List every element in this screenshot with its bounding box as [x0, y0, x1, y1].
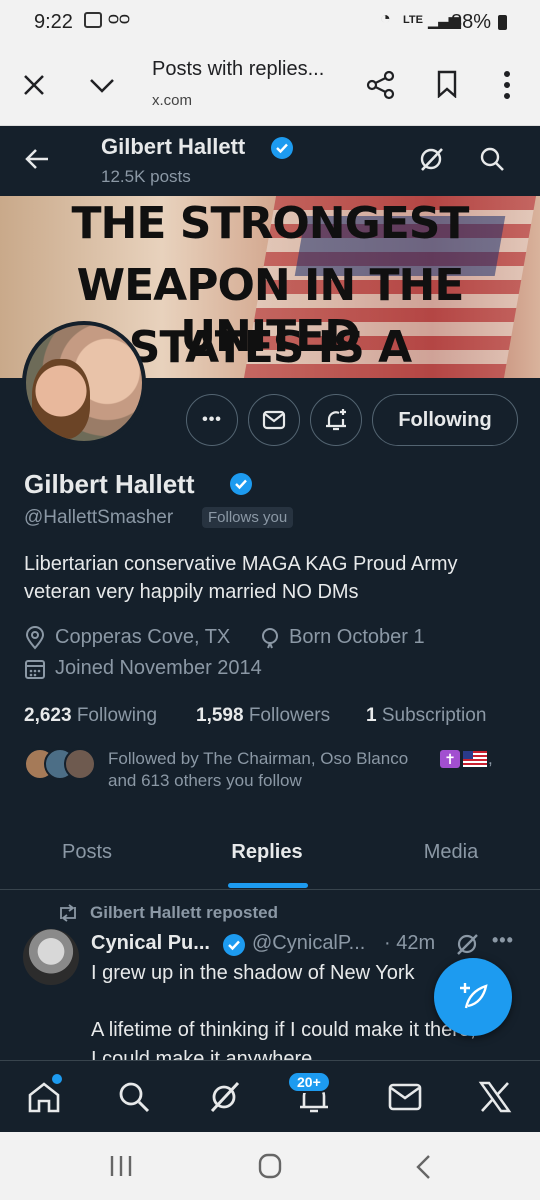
followers-label: Followers [248, 705, 331, 726]
grok-icon[interactable] [208, 1081, 240, 1113]
avatar [64, 748, 96, 780]
profile-location: Copperas Cove, TX [55, 626, 231, 648]
profile-tabs: Posts Replies Media [0, 816, 540, 890]
more-dots-icon: ••• [202, 411, 222, 428]
followed-by-avatars[interactable] [24, 748, 96, 782]
post-text-line-2: A lifetime of thinking if I could make i… [91, 1019, 476, 1041]
following-button[interactable]: Following [372, 394, 518, 446]
message-button[interactable] [248, 394, 300, 446]
home-icon[interactable] [27, 1081, 61, 1113]
post-text-line-3: I could make it anywhere [91, 1048, 313, 1060]
profile-bio: Libertarian conservative MAGA KAG Proud … [24, 553, 458, 603]
clock: 9:22 [34, 11, 73, 33]
bottom-navigation: 20+ [0, 1060, 540, 1132]
more-vert-icon[interactable] [503, 70, 511, 100]
followed-by-text[interactable]: Followed by The Chairman, Oso Blanco ✝ ,… [108, 748, 508, 792]
battery-icon [498, 15, 507, 30]
mail-icon [262, 410, 286, 430]
active-tab-indicator [228, 883, 308, 888]
tab-media[interactable]: Media [364, 816, 538, 888]
close-icon[interactable] [22, 73, 46, 97]
following-stat[interactable]: 2,623 Following [24, 705, 157, 727]
post-author-avatar[interactable] [23, 929, 79, 985]
subscriptions-count: 1 [366, 705, 377, 726]
wifi-icon: ◔ [380, 8, 391, 28]
profile-joined: Joined November 2014 [55, 657, 262, 679]
verified-badge-icon [223, 934, 245, 956]
followers-stat[interactable]: 1,598 Followers [196, 705, 330, 727]
lte-indicator: LTE [403, 14, 423, 26]
repost-icon [60, 904, 76, 922]
post-author-name[interactable]: Cynical Pu... [91, 932, 210, 955]
x-logo-icon[interactable] [478, 1081, 512, 1113]
avatar[interactable] [22, 321, 146, 445]
profile-birthday: Born October 1 [289, 626, 425, 648]
followed-by-comma: , [488, 749, 493, 768]
post-author-handle[interactable]: @CynicalP... [252, 932, 365, 955]
share-icon[interactable] [366, 70, 396, 100]
recent-apps-icon[interactable] [108, 1154, 134, 1178]
cross-emoji-icon: ✝ [440, 750, 460, 768]
notify-button[interactable] [310, 394, 362, 446]
location-icon [25, 626, 45, 650]
browser-toolbar: Posts with replies... x.com [0, 46, 540, 126]
verified-badge-icon [271, 137, 293, 159]
repost-label[interactable]: Gilbert Hallett reposted [90, 903, 278, 923]
birthday-icon [262, 628, 278, 649]
post-timestamp[interactable]: · 42m [384, 932, 435, 955]
back-arrow-icon[interactable] [24, 148, 50, 170]
calendar-icon [25, 660, 45, 679]
avatar-face [32, 359, 90, 439]
voicemail-icon: ᴑᴑ [108, 8, 130, 28]
page-title: Posts with replies... [152, 58, 325, 80]
bell-plus-icon [326, 409, 346, 431]
following-count: 2,623 [24, 705, 72, 726]
back-button-icon[interactable] [414, 1154, 432, 1180]
system-navigation-bar [0, 1132, 540, 1200]
banner-text-line-1: THE STRONGEST [71, 198, 470, 249]
profile-name: Gilbert Hallett [24, 469, 195, 499]
search-icon[interactable] [479, 146, 505, 172]
home-unread-dot [52, 1074, 62, 1084]
subscriptions-label: Subscription [381, 705, 487, 726]
mail-icon[interactable] [388, 1083, 422, 1111]
feather-plus-icon [460, 983, 488, 1009]
subscriptions-stat[interactable]: 1 Subscription [366, 705, 486, 727]
grok-icon[interactable] [418, 146, 444, 172]
tab-posts[interactable]: Posts [0, 816, 174, 888]
followed-by-line-2: and 613 others you follow [108, 771, 302, 790]
compose-post-button[interactable] [434, 958, 512, 1036]
page-url: x.com [152, 92, 193, 109]
search-icon[interactable] [118, 1081, 150, 1113]
post-text-line-1: I grew up in the shadow of New York [91, 962, 415, 984]
notification-badge: 20+ [287, 1071, 331, 1093]
following-label: Following [76, 705, 158, 726]
post-count: 12.5K posts [101, 167, 191, 186]
followers-count: 1,598 [196, 705, 244, 726]
chevron-down-icon[interactable] [88, 76, 116, 94]
follows-you-badge: Follows you [202, 507, 294, 528]
followed-by-line-1: Followed by The Chairman, Oso Blanco [108, 749, 409, 768]
tab-replies[interactable]: Replies [180, 816, 354, 888]
us-flag-emoji-icon [463, 751, 487, 767]
profile-handle: @HallettSmasher [24, 507, 174, 528]
post-more-icon[interactable]: ••• [492, 930, 514, 951]
grok-icon[interactable] [455, 932, 479, 956]
status-bar: 9:22 ᴑᴑ ◔ LTE ▁▃▅ 88% [0, 0, 540, 46]
battery-level: 88% [451, 11, 492, 33]
gallery-notification-icon [84, 12, 102, 28]
verified-badge-icon [230, 473, 252, 495]
profile-page: Gilbert Hallett 12.5K posts THE STRONGES… [0, 126, 540, 1060]
bookmark-icon[interactable] [436, 70, 458, 98]
more-options-button[interactable]: ••• [186, 394, 238, 446]
header-name: Gilbert Hallett [101, 134, 246, 159]
home-button-icon[interactable] [257, 1152, 283, 1180]
